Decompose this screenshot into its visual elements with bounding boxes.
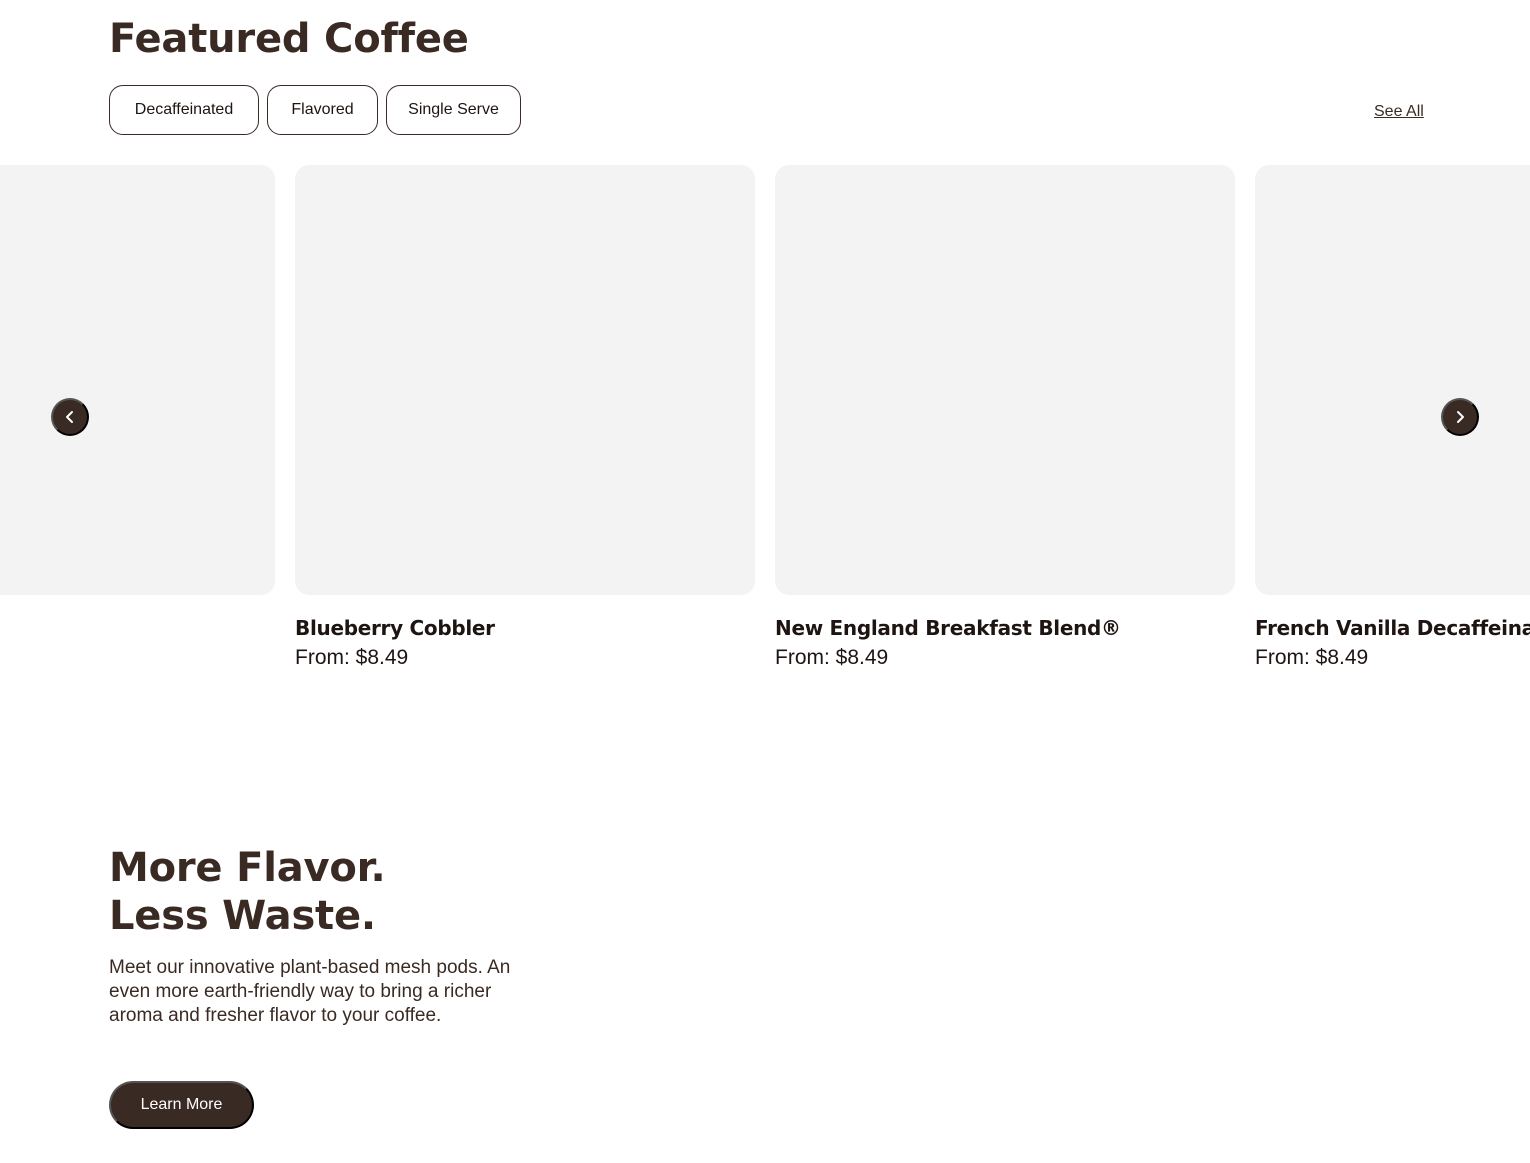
product-image[interactable]: [1255, 165, 1530, 595]
filter-decaffeinated[interactable]: Decaffeinated: [109, 85, 259, 135]
promo-title-line-1: More Flavor.: [109, 845, 386, 891]
carousel-next-button[interactable]: [1441, 398, 1479, 436]
product-card[interactable]: New England Breakfast Blend® From: $8.49: [775, 165, 1235, 670]
section-title: Featured Coffee: [109, 16, 469, 62]
product-price: From: $8.49: [295, 646, 409, 669]
filter-single-serve[interactable]: Single Serve: [386, 85, 521, 135]
filter-flavored[interactable]: Flavored: [267, 85, 378, 135]
page: Featured Coffee Decaffeinated Flavored S…: [0, 0, 1530, 1163]
product-card[interactable]: [0, 165, 275, 616]
promo-title-line-2: Less Waste.: [109, 893, 376, 939]
promo-title: More Flavor. Less Waste.: [109, 844, 386, 940]
product-name[interactable]: Blueberry Cobbler: [295, 616, 755, 640]
see-all-link[interactable]: See All: [1374, 103, 1424, 121]
product-image[interactable]: [295, 165, 755, 595]
learn-more-button[interactable]: Learn More: [109, 1081, 254, 1129]
product-card[interactable]: French Vanilla Decaffeinated From: $8.49: [1255, 165, 1530, 670]
promo-description: Meet our innovative plant-based mesh pod…: [109, 957, 511, 1026]
product-card[interactable]: Blueberry Cobbler From: $8.49: [295, 165, 755, 670]
product-carousel: Blueberry Cobbler From: $8.49 New Englan…: [0, 165, 1530, 685]
product-name[interactable]: French Vanilla Decaffeinated: [1255, 616, 1530, 640]
product-image[interactable]: [775, 165, 1235, 595]
carousel-prev-button[interactable]: [51, 398, 89, 436]
product-price: From: $8.49: [775, 646, 889, 669]
product-image[interactable]: [0, 165, 275, 595]
product-name[interactable]: New England Breakfast Blend®: [775, 616, 1235, 640]
product-price: From: $8.49: [1255, 646, 1369, 669]
chevron-left-icon: [63, 410, 77, 424]
chevron-right-icon: [1453, 410, 1467, 424]
